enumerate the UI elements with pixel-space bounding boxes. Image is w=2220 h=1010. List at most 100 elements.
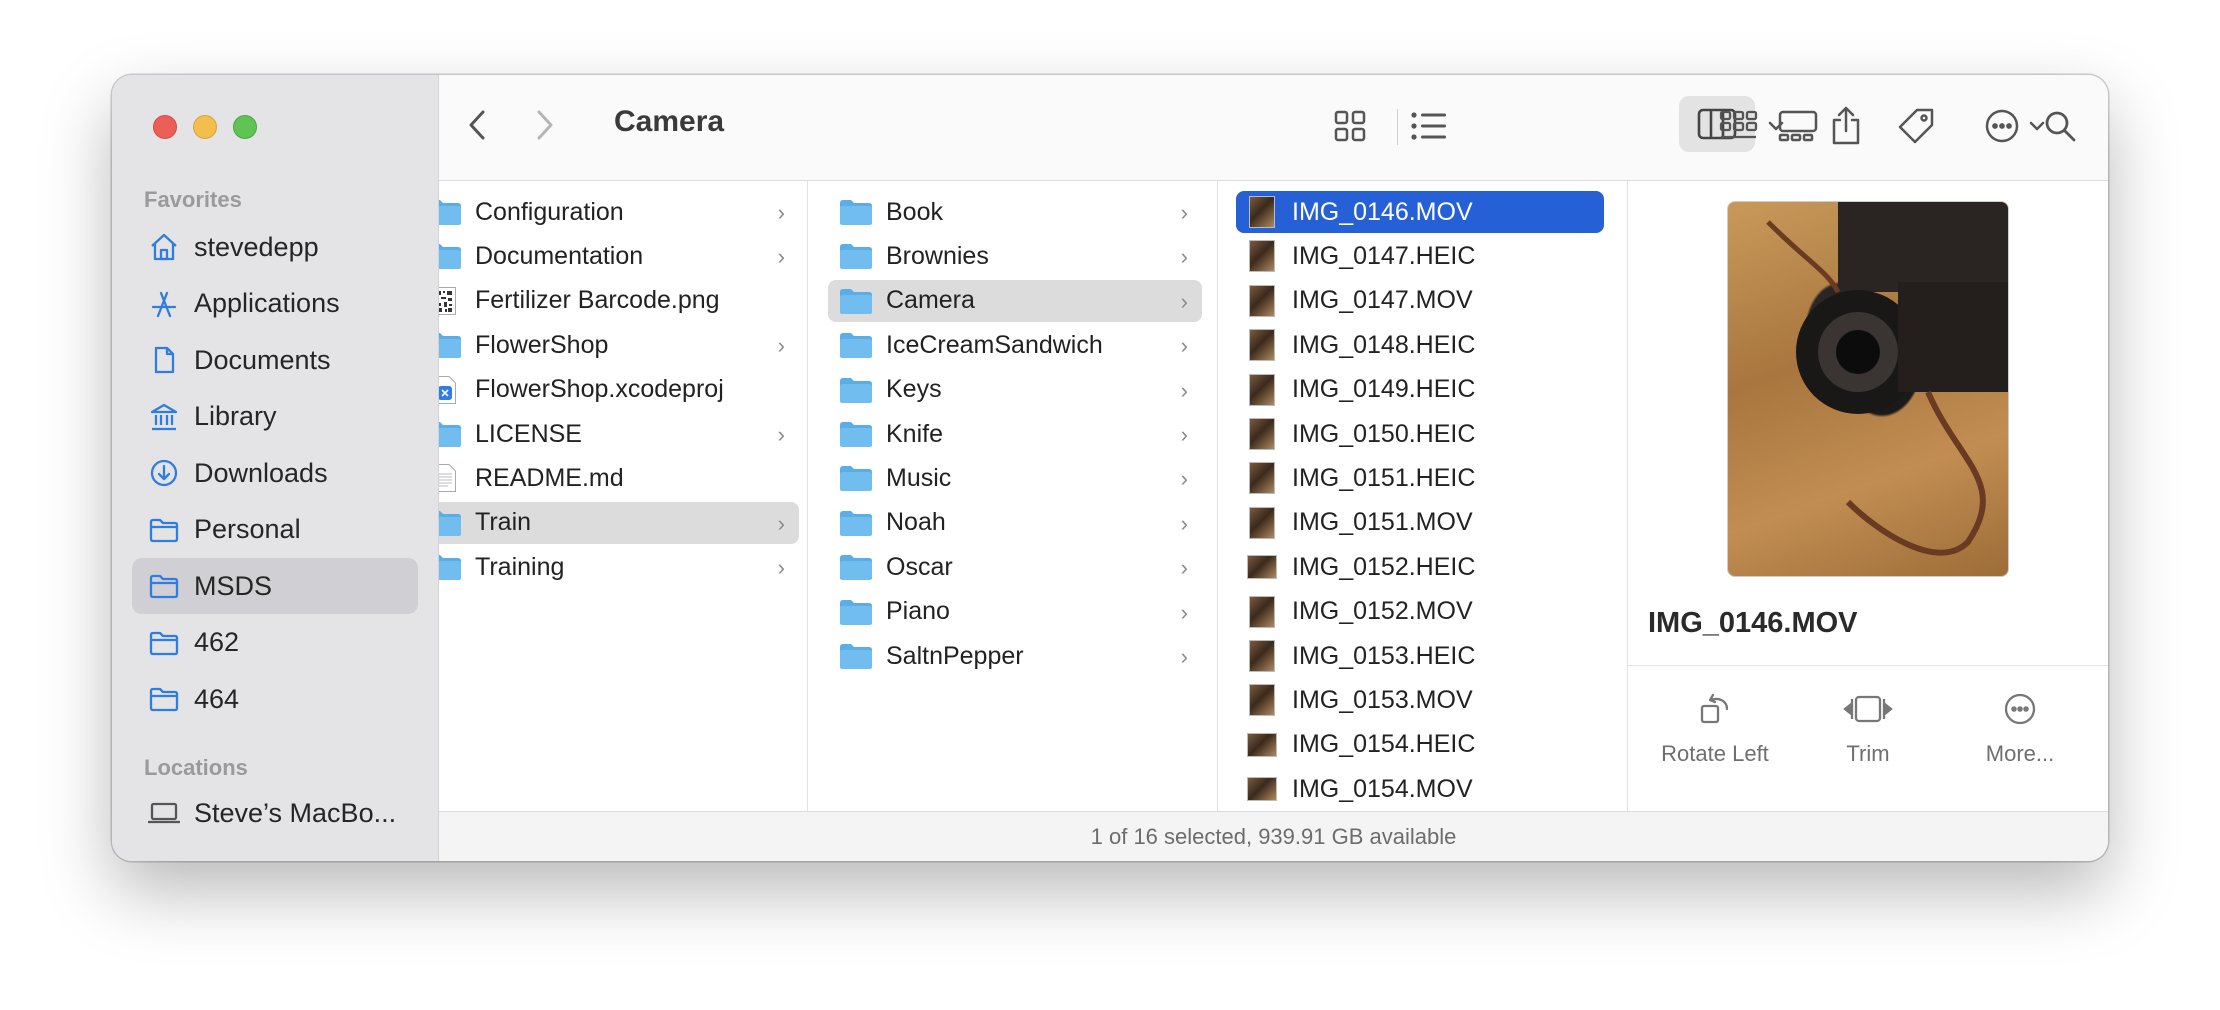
folder-row[interactable]: Configuration › bbox=[439, 191, 799, 233]
tags-button[interactable] bbox=[1893, 103, 1939, 149]
file-row[interactable]: IMG_0153.MOV bbox=[1236, 679, 1604, 721]
file-row[interactable]: IMG_0152.HEIC bbox=[1236, 546, 1604, 588]
folder-row[interactable]: LICENSE › bbox=[439, 413, 799, 455]
thumbnail-icon bbox=[1244, 640, 1280, 672]
home-icon bbox=[146, 229, 182, 265]
file-row[interactable]: IMG_0151.HEIC bbox=[1236, 457, 1604, 499]
folder-row[interactable]: Book › bbox=[828, 191, 1202, 233]
file-row[interactable]: IMG_0151.MOV bbox=[1236, 502, 1604, 544]
window-title: Camera bbox=[614, 105, 725, 138]
folder-icon bbox=[838, 507, 874, 539]
column-2: Book › Brownies › Camera › IceCreamSandwich › Ke… bbox=[808, 181, 1218, 811]
sidebar-item-applications[interactable]: Applications bbox=[132, 276, 418, 332]
applications-icon bbox=[146, 286, 182, 322]
file-row[interactable]: Fertilizer Barcode.png bbox=[439, 280, 799, 322]
file-row[interactable]: IMG_0152.MOV bbox=[1236, 591, 1604, 633]
row-label: IMG_0146.MOV bbox=[1292, 197, 1473, 226]
row-label: IMG_0148.HEIC bbox=[1292, 330, 1476, 359]
thumbnail-icon bbox=[1244, 418, 1280, 450]
forward-button[interactable] bbox=[523, 103, 567, 147]
folder-row[interactable]: Keys › bbox=[828, 369, 1202, 411]
sidebar-item-label: MSDS bbox=[194, 570, 273, 601]
group-icon bbox=[1719, 110, 1758, 139]
file-row[interactable]: README.md bbox=[439, 457, 799, 499]
file-row[interactable]: IMG_0150.HEIC bbox=[1236, 413, 1604, 455]
chevron-right-icon: › bbox=[1180, 333, 1188, 359]
folder-row[interactable]: Documentation › bbox=[439, 235, 799, 277]
folder-icon bbox=[439, 418, 463, 450]
folder-row[interactable]: Camera › bbox=[828, 279, 1202, 322]
folder-row[interactable]: Oscar › bbox=[828, 546, 1202, 588]
row-label: Keys bbox=[886, 375, 942, 404]
sidebar-item-downloads[interactable]: Downloads bbox=[132, 445, 418, 501]
sidebar-item-personal[interactable]: Personal bbox=[132, 502, 418, 558]
folder-row[interactable]: Music › bbox=[828, 457, 1202, 499]
column-1: Configuration › Documentation › Fertilizer B… bbox=[439, 181, 808, 811]
file-row[interactable]: IMG_0146.MOV bbox=[1236, 191, 1604, 233]
preview-image bbox=[1727, 201, 2009, 577]
rotate-left-label: Rotate Left bbox=[1661, 741, 1769, 766]
more-button[interactable]: More... bbox=[1945, 691, 2095, 767]
folder-row[interactable]: Brownies › bbox=[828, 235, 1202, 277]
folder-row[interactable]: IceCreamSandwich › bbox=[828, 324, 1202, 366]
sidebar-item-stevedepp[interactable]: stevedepp bbox=[132, 219, 418, 275]
group-control[interactable] bbox=[1707, 103, 1797, 149]
icon-view-button[interactable] bbox=[1327, 103, 1373, 149]
row-label: IMG_0151.MOV bbox=[1292, 508, 1473, 537]
file-row[interactable]: IMG_0147.HEIC bbox=[1236, 235, 1604, 277]
folder-row[interactable]: Train › bbox=[439, 501, 799, 544]
sidebar-item-location[interactable]: Steve’s MacBo... bbox=[132, 785, 418, 841]
file-row[interactable]: IMG_0154.MOV bbox=[1236, 768, 1604, 810]
toolbar: Camera bbox=[439, 75, 2108, 181]
folder-row[interactable]: Training › bbox=[439, 546, 799, 588]
folder-row[interactable]: Knife › bbox=[828, 413, 1202, 455]
sidebar: Favorites stevedepp Applications Documents… bbox=[112, 75, 439, 861]
file-row[interactable]: IMG_0153.HEIC bbox=[1236, 635, 1604, 677]
search-button[interactable] bbox=[2037, 103, 2083, 149]
file-row[interactable]: IMG_0154.HEIC bbox=[1236, 724, 1604, 766]
back-button[interactable] bbox=[455, 103, 499, 147]
sidebar-item-msds[interactable]: MSDS bbox=[132, 558, 418, 614]
close-button[interactable] bbox=[153, 115, 177, 139]
list-view-button[interactable] bbox=[1399, 103, 1459, 149]
locations-header: Locations bbox=[144, 755, 248, 780]
file-row[interactable]: IMG_0147.MOV bbox=[1236, 280, 1604, 322]
status-bar: 1 of 16 selected, 939.91 GB available bbox=[439, 811, 2108, 861]
more-actions-icon bbox=[1985, 109, 2019, 143]
sidebar-item-documents[interactable]: Documents bbox=[132, 332, 418, 388]
sidebar-item-label: Applications bbox=[194, 288, 340, 318]
tag-icon bbox=[1898, 108, 1934, 144]
text-file-icon bbox=[439, 462, 463, 494]
folder-row[interactable]: Piano › bbox=[828, 591, 1202, 633]
row-label: Piano bbox=[886, 597, 950, 626]
folder-row[interactable]: Noah › bbox=[828, 502, 1202, 544]
chevron-right-icon: › bbox=[1180, 466, 1188, 492]
sidebar-item-label: 462 bbox=[194, 627, 240, 657]
row-label: IMG_0149.HEIC bbox=[1292, 375, 1476, 404]
sidebar-item-462[interactable]: 462 bbox=[132, 615, 418, 671]
sidebar-item-library[interactable]: Library bbox=[132, 389, 418, 445]
sidebar-item-label: Documents bbox=[194, 344, 331, 375]
file-row[interactable]: FlowerShop.xcodeproj bbox=[439, 369, 799, 411]
back-icon bbox=[469, 110, 485, 140]
zoom-button[interactable] bbox=[233, 115, 257, 139]
folder-icon bbox=[838, 596, 874, 628]
file-row[interactable]: IMG_0149.HEIC bbox=[1236, 369, 1604, 411]
folder-icon bbox=[838, 374, 874, 406]
folder-row[interactable]: FlowerShop › bbox=[439, 324, 799, 366]
folder-icon bbox=[439, 329, 463, 361]
minimize-button[interactable] bbox=[193, 115, 217, 139]
rotate-left-button[interactable]: Rotate Left bbox=[1640, 691, 1790, 767]
share-icon bbox=[1832, 106, 1860, 145]
file-row[interactable]: IMG_0148.HEIC bbox=[1236, 324, 1604, 366]
trim-button[interactable]: Trim bbox=[1793, 691, 1943, 767]
folder-row[interactable]: SaltnPepper › bbox=[828, 635, 1202, 677]
search-icon bbox=[2045, 111, 2076, 142]
folder-icon bbox=[146, 681, 182, 717]
folder-icon bbox=[838, 240, 874, 272]
folder-icon bbox=[146, 512, 182, 548]
chevron-right-icon: › bbox=[777, 555, 785, 581]
sidebar-item-464[interactable]: 464 bbox=[132, 671, 418, 727]
column-3: IMG_0146.MOV IMG_0147.HEIC IMG_0147.MOV IMG… bbox=[1218, 181, 1628, 811]
share-button[interactable] bbox=[1823, 101, 1869, 151]
